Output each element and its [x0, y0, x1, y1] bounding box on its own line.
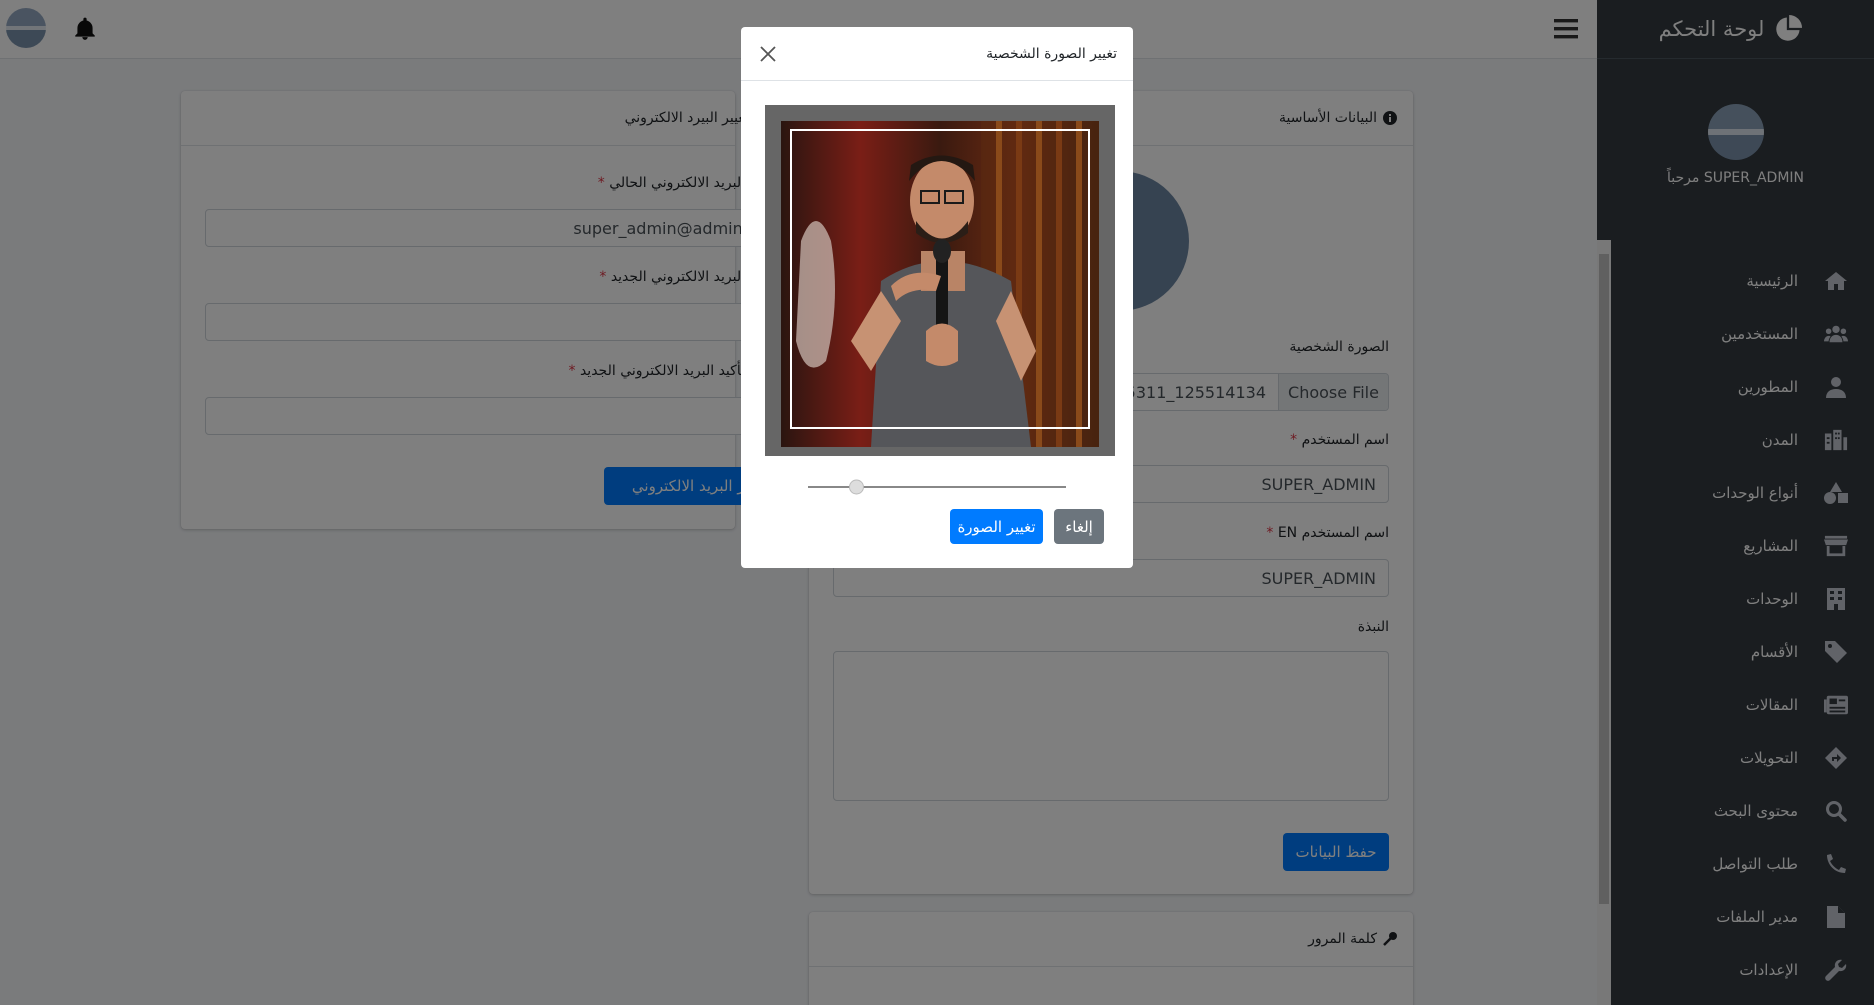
image-cropper[interactable]	[765, 105, 1115, 456]
change-photo-button[interactable]: تغيير الصورة	[950, 509, 1043, 544]
crop-selection-box[interactable]	[790, 129, 1090, 429]
close-icon[interactable]	[757, 43, 779, 65]
zoom-slider-thumb[interactable]	[848, 479, 864, 495]
cropped-photo[interactable]	[781, 121, 1099, 447]
change-photo-modal: تغيير الصورة الشخصية إلغاء تغيير الصورة	[741, 27, 1133, 568]
modal-header: تغيير الصورة الشخصية	[741, 27, 1133, 81]
zoom-slider[interactable]	[808, 477, 1066, 497]
modal-title: تغيير الصورة الشخصية	[986, 45, 1117, 62]
cancel-button[interactable]: إلغاء	[1054, 509, 1104, 544]
